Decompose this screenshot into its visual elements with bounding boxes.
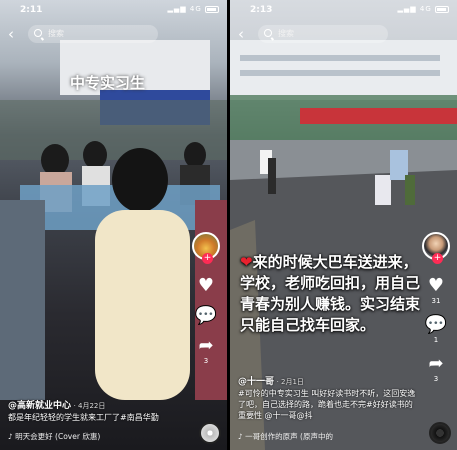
battery-icon — [435, 5, 449, 13]
post-date: · 2月1日 — [276, 378, 304, 386]
back-icon[interactable]: ‹ — [8, 24, 22, 44]
comment-icon: 💬 — [194, 305, 218, 326]
video-panel-left[interactable]: 2:11 ▂▄▆ 4G ‹ 搜索 中专实习生 + ♥ 💬 ➦ 3 @高新就业中心… — [0, 0, 227, 450]
action-rail: + ♥ 💬 ➦ 3 — [189, 232, 223, 365]
battery-icon — [205, 5, 219, 13]
share-icon: ➦ — [198, 335, 214, 356]
like-button[interactable]: ♥ — [189, 276, 223, 296]
author-avatar[interactable]: + — [192, 232, 220, 264]
search-icon — [264, 29, 272, 37]
status-bar: 2:11 ▂▄▆ 4G — [0, 4, 227, 18]
search-input[interactable]: 搜索 — [258, 25, 388, 43]
status-icons: ▂▄▆ 4G — [398, 5, 449, 13]
search-input[interactable]: 搜索 — [28, 25, 158, 43]
author-avatar[interactable]: + — [422, 232, 450, 264]
share-button[interactable]: ➦ 3 — [189, 335, 223, 366]
like-button[interactable]: ♥ 31 — [419, 275, 453, 306]
heart-emoji: ❤ — [240, 253, 253, 271]
comment-button[interactable]: 💬 1 — [419, 314, 453, 345]
signal-label: 4G — [189, 5, 202, 13]
music-disc-icon[interactable] — [429, 422, 451, 444]
music-label[interactable]: ♪ 明天会更好 (Cover 欣惠) — [8, 431, 100, 442]
video-frame — [0, 40, 227, 400]
heart-icon: ♥ — [427, 275, 445, 296]
top-bar: ‹ 搜索 — [8, 24, 219, 44]
music-label[interactable]: ♪ 一哥创作的原声 (原声中的 — [238, 431, 333, 442]
music-disc-icon[interactable] — [199, 422, 221, 444]
video-overlay-text: ❤来的时候大巴车送进来，学校，老师吃回扣，用自己青春为别人赚钱。实习结束只能自己… — [240, 252, 428, 336]
status-time: 2:13 — [250, 5, 273, 15]
comment-icon: 💬 — [424, 314, 448, 335]
signal-label: 4G — [419, 5, 432, 13]
post-date: · 4月22日 — [73, 402, 106, 410]
like-count: 31 — [431, 297, 441, 305]
search-placeholder: 搜索 — [278, 29, 294, 38]
share-count: 3 — [203, 357, 209, 365]
back-icon[interactable]: ‹ — [238, 24, 252, 44]
heart-icon: ♥ — [197, 275, 215, 296]
author-name[interactable]: @高新就业中心 — [8, 401, 71, 411]
caption: @十一哥 · 2月1日 #可怜的中专实习生 叫好好读书时不听，这回安逸了吧，自己… — [238, 376, 417, 421]
share-count: 3 — [433, 375, 439, 383]
share-button[interactable]: ➦ 3 — [419, 353, 453, 384]
overlay-text-body: 来的时候大巴车送进来，学校，老师吃回扣，用自己青春为别人赚钱。实习结束只能自己找… — [240, 253, 421, 334]
video-panel-right[interactable]: 2:13 ▂▄▆ 4G ‹ 搜索 ❤来的时候大巴车送进来，学校，老师吃回扣，用自… — [230, 0, 457, 450]
caption-text: #可怜的中专实习生 叫好好读书时不听，这回安逸了吧，自己选择的路，跪着也走不完#… — [238, 389, 416, 420]
action-rail: + ♥ 31 💬 1 ➦ 3 — [419, 232, 453, 383]
caption-text: 都是年纪轻轻的学生就来工厂了#南昌华勤 — [8, 413, 159, 422]
search-icon — [34, 29, 42, 37]
top-bar: ‹ 搜索 — [238, 24, 449, 44]
video-overlay-title: 中专实习生 — [70, 74, 146, 92]
status-icons: ▂▄▆ 4G — [168, 5, 219, 13]
author-name[interactable]: @十一哥 — [238, 377, 274, 387]
follow-button[interactable]: + — [432, 253, 443, 264]
status-bar: 2:13 ▂▄▆ 4G — [230, 4, 457, 18]
comment-button[interactable]: 💬 — [189, 306, 223, 326]
comment-count: 1 — [433, 336, 439, 344]
share-icon: ➦ — [428, 353, 444, 374]
search-placeholder: 搜索 — [48, 29, 64, 38]
status-time: 2:11 — [20, 5, 43, 15]
follow-button[interactable]: + — [202, 253, 213, 264]
caption: @高新就业中心 · 4月22日 都是年纪轻轻的学生就来工厂了#南昌华勤 — [8, 400, 187, 423]
